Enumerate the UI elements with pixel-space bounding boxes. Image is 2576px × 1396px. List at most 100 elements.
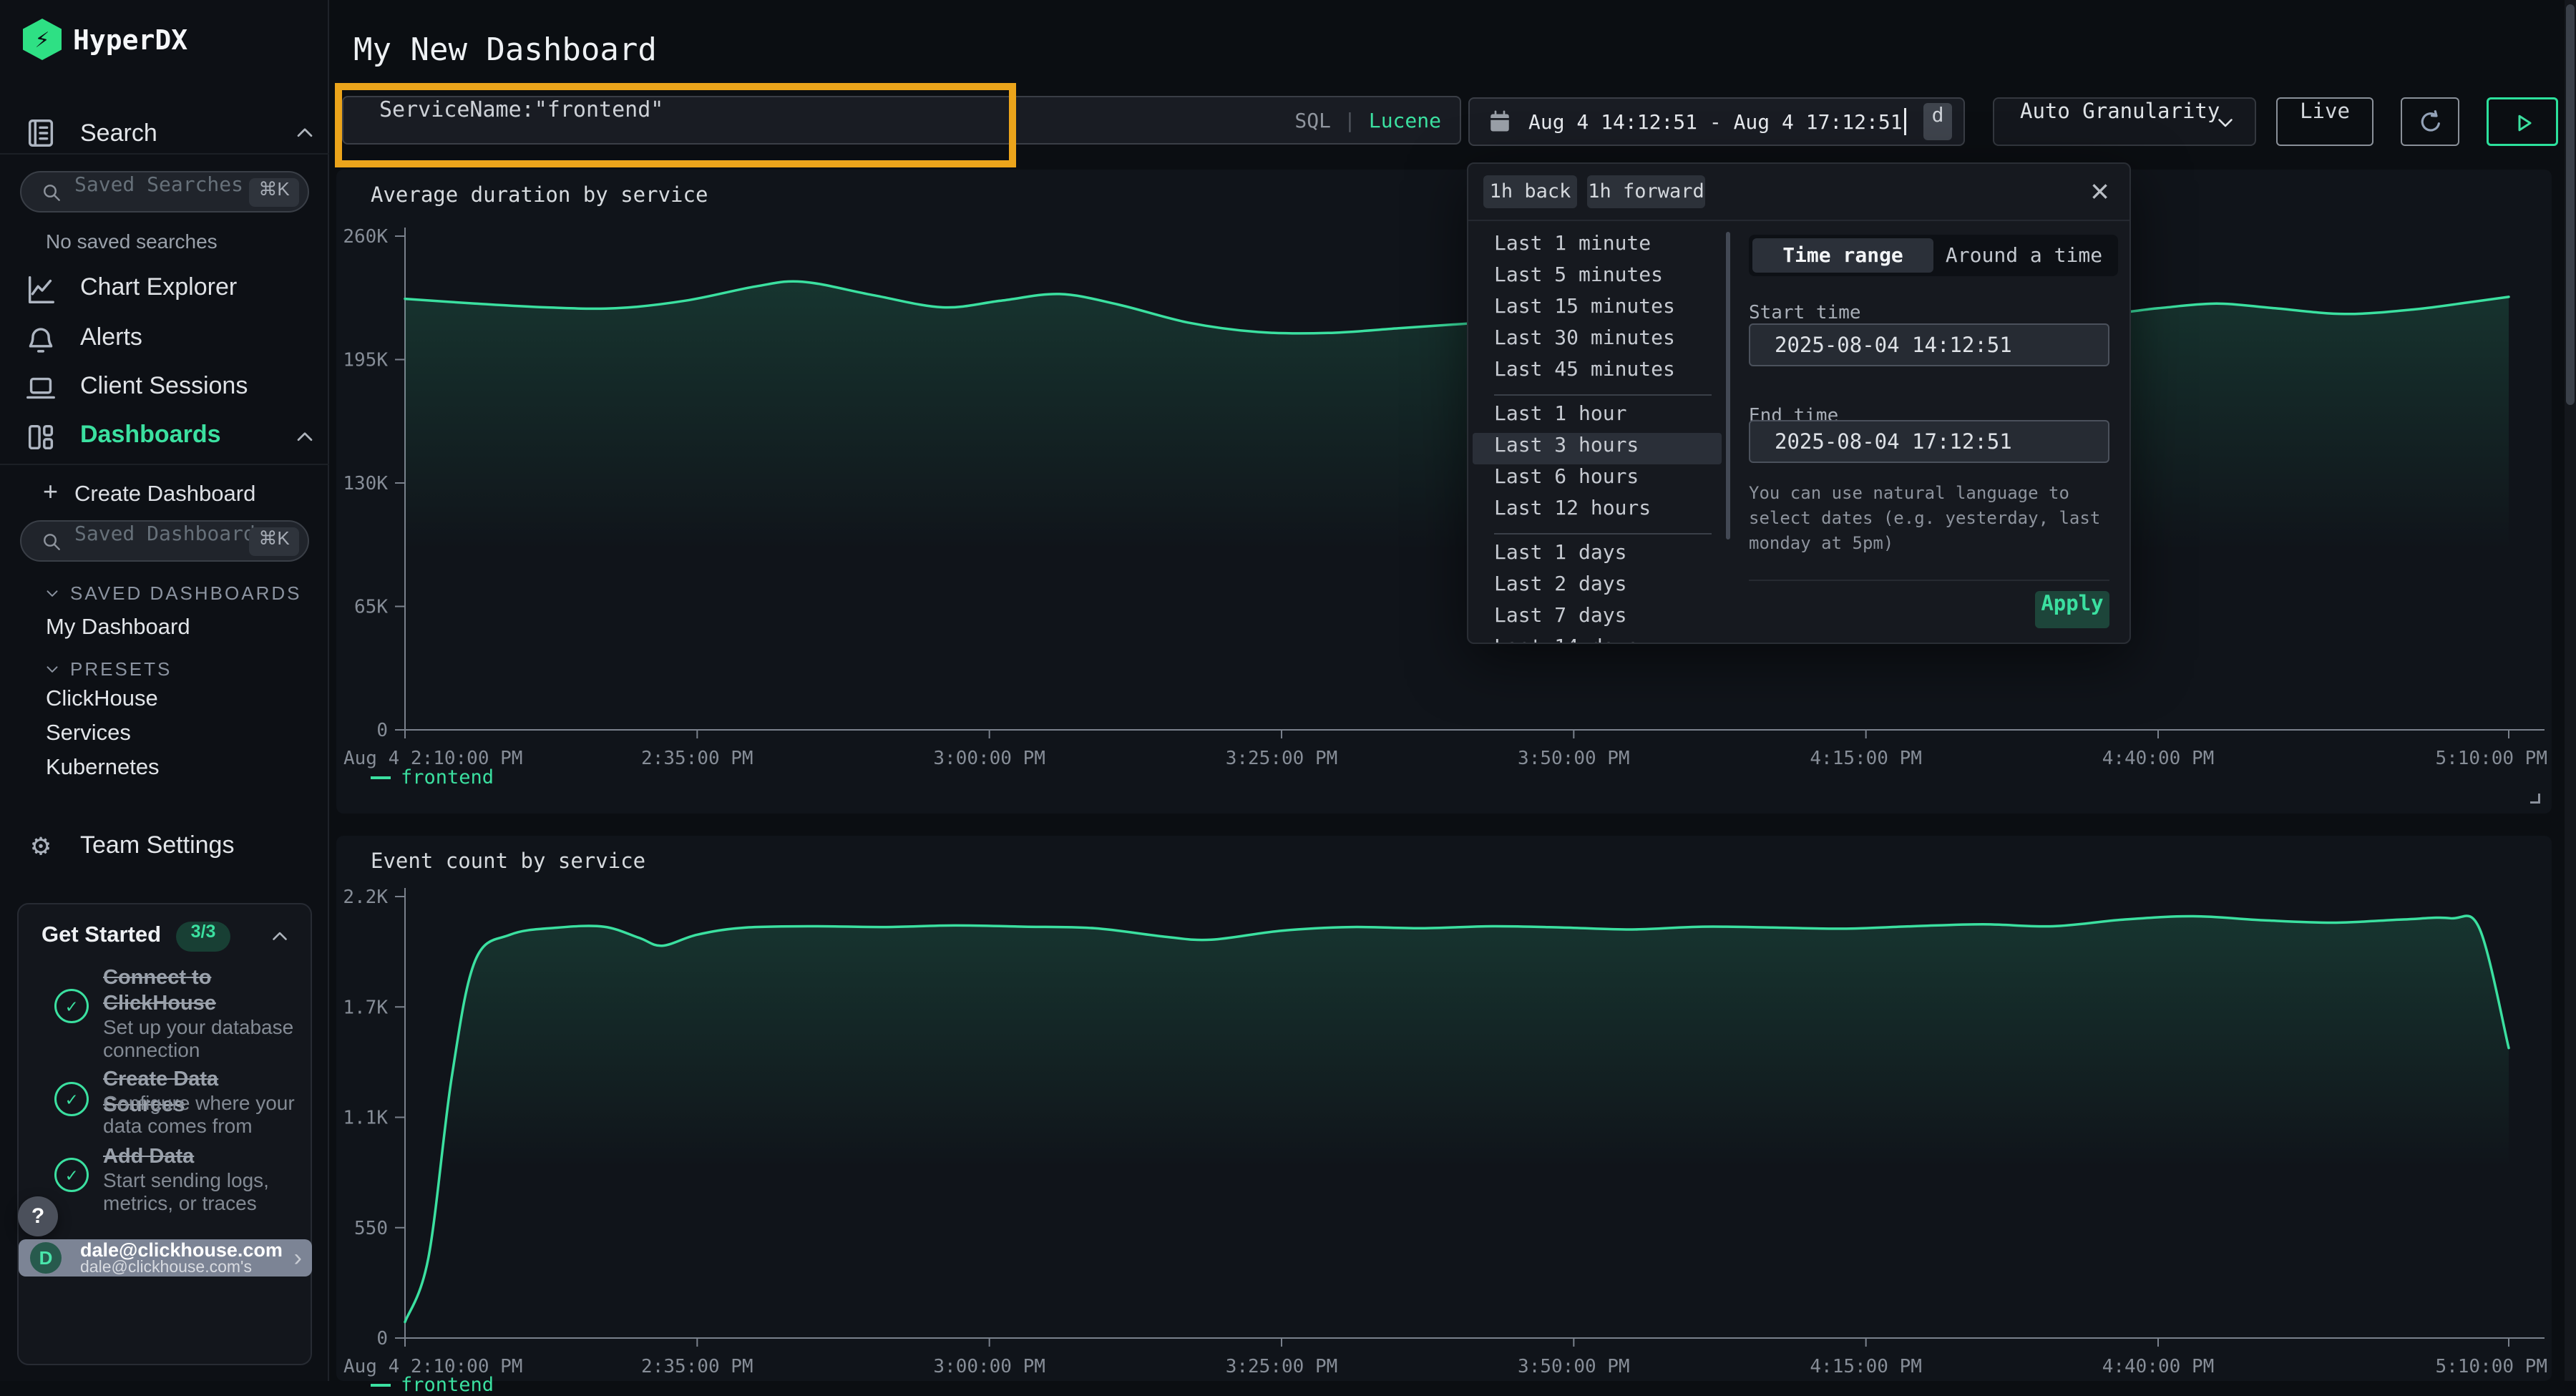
get-started-item-title: Add Data (103, 1143, 303, 1169)
legend-label: frontend (401, 766, 494, 789)
query-language-toggle: SQL | Lucene (1294, 97, 1441, 143)
time-range-input[interactable]: Aug 4 14:12:51 - Aug 4 17:12:51 d (1468, 97, 1965, 146)
saved-dashboards-placeholder: Saved Dashboards (74, 522, 268, 545)
check-circle-icon: ✓ (54, 1082, 89, 1116)
start-time-field[interactable]: 2025-08-04 14:12:51 (1749, 323, 2109, 366)
resize-handle[interactable] (2530, 794, 2540, 804)
check-circle-icon: ✓ (54, 989, 89, 1023)
sidebar-collapse-icon[interactable] (285, 27, 318, 57)
tab-around-a-time[interactable]: Around a time (1933, 238, 2114, 273)
live-button[interactable]: Live (2276, 97, 2373, 146)
time-preset-item[interactable]: Last 15 minutes (1468, 294, 1726, 326)
run-query-button[interactable] (2487, 97, 2558, 146)
duration-chart-panel: Average duration by service frontend (336, 170, 2552, 814)
lucene-mode-button[interactable]: Lucene (1369, 109, 1441, 132)
chart-title: Average duration by service (371, 182, 708, 207)
sidebar-item-client-sessions[interactable]: Client Sessions (0, 372, 329, 405)
time-preset-item[interactable]: Last 1 minute (1468, 231, 1726, 263)
time-preset-item[interactable]: Last 12 hours (1468, 496, 1726, 527)
time-preset-item[interactable]: Last 30 minutes (1468, 326, 1726, 357)
granularity-select[interactable]: Auto Granularity (1993, 97, 2256, 146)
preset-dashboard-item[interactable]: Kubernetes (46, 754, 160, 780)
page-title: My New Dashboard (353, 31, 657, 68)
dashboards-grid-icon (24, 421, 57, 454)
sidebar-item-chart-explorer[interactable]: Chart Explorer (0, 273, 329, 306)
brand-name: HyperDX (73, 24, 187, 56)
divider (1494, 394, 1712, 396)
saved-dashboard-item[interactable]: My Dashboard (46, 614, 190, 640)
get-started-title: Get Started (42, 922, 161, 947)
chart-legend[interactable]: frontend (371, 1374, 494, 1396)
sidebar-item-label: Alerts (80, 323, 142, 351)
saved-searches-placeholder: Saved Searches (74, 172, 243, 196)
chart-legend[interactable]: frontend (371, 766, 494, 789)
chevron-up-icon[interactable] (268, 924, 292, 949)
chevron-up-icon[interactable] (292, 120, 318, 146)
shift-back-button[interactable]: 1h back (1483, 175, 1577, 208)
presets-header[interactable]: PRESETS (43, 658, 172, 680)
natural-language-hint: You can use natural language to select d… (1749, 481, 2118, 556)
start-time-label: Start time (1749, 302, 1861, 323)
help-button[interactable]: ? (18, 1196, 58, 1236)
get-started-item-desc: Set up your database connection (103, 1016, 307, 1062)
preset-dashboard-item[interactable]: Services (46, 720, 131, 746)
time-preset-item[interactable]: Last 1 hour (1468, 401, 1726, 433)
sidebar-item-search[interactable]: Search (80, 117, 157, 150)
time-preset-item[interactable]: Last 45 minutes (1468, 357, 1726, 389)
end-time-field[interactable]: 2025-08-04 17:12:51 (1749, 420, 2109, 463)
get-started-item-desc: Start sending logs, metrics, or traces (103, 1169, 307, 1215)
calendar-icon (1487, 109, 1513, 135)
saved-dashboards-header[interactable]: SAVED DASHBOARDS (43, 582, 301, 605)
preset-dashboard-item[interactable]: ClickHouse (46, 685, 158, 711)
time-preset-item[interactable]: Last 2 days (1468, 572, 1726, 603)
refresh-button[interactable] (2401, 97, 2459, 146)
duration-shortcut-badge: d (1923, 103, 1952, 140)
saved-dashboards-input[interactable]: Saved Dashboards ⌘K (20, 520, 309, 562)
sql-mode-button[interactable]: SQL (1294, 109, 1331, 132)
saved-searches-input[interactable]: Saved Searches ⌘K (20, 171, 309, 213)
shift-forward-button[interactable]: 1h forward (1587, 175, 1705, 208)
chevron-up-icon[interactable] (292, 424, 318, 450)
plus-icon: + (43, 477, 58, 507)
chevron-down-icon (43, 584, 62, 602)
laptop-icon (24, 372, 57, 405)
legend-line-icon (371, 1384, 391, 1387)
sidebar-item-alerts[interactable]: Alerts (0, 323, 329, 356)
check-circle-icon: ✓ (54, 1158, 89, 1192)
close-icon[interactable]: × (2090, 168, 2109, 214)
mode-divider: | (1344, 109, 1356, 132)
create-dashboard-button[interactable]: Create Dashboard (74, 481, 255, 507)
time-preset-item[interactable]: Last 1 days (1468, 540, 1726, 572)
time-preset-item[interactable]: Last 7 days (1468, 603, 1726, 635)
sidebar-item-label: Dashboards (80, 421, 221, 449)
time-preset-item[interactable]: Last 5 minutes (1468, 263, 1726, 294)
time-preset-item[interactable]: Last 14 days (1468, 635, 1726, 644)
search-icon (40, 181, 63, 204)
journal-icon (24, 117, 57, 150)
time-preset-item[interactable]: Last 3 hours (1473, 433, 1722, 464)
scrollbar-thumb[interactable] (2566, 4, 2575, 405)
apply-button[interactable]: Apply (2035, 591, 2109, 628)
sidebar-item-team-settings[interactable]: Team Settings (80, 829, 234, 861)
get-started-item-desc: Configure where your data comes from (103, 1092, 307, 1138)
event-count-chart-panel: Event count by service frontend (336, 836, 2552, 1381)
list-scrollbar[interactable] (1726, 232, 1730, 540)
time-picker-popup: 1h back 1h forward × Last 1 minuteLast 5… (1467, 162, 2131, 644)
user-subtitle: dale@clickhouse.com's (80, 1259, 252, 1275)
sidebar-item-label: Chart Explorer (80, 273, 237, 301)
shortcut-badge: ⌘K (249, 527, 299, 556)
tab-time-range[interactable]: Time range (1752, 238, 1933, 273)
chevron-down-icon (2213, 110, 2238, 135)
progress-badge: 3/3 (176, 922, 230, 952)
divider (0, 153, 329, 155)
hyperdx-logo-icon: ⚡ (23, 19, 62, 60)
no-saved-searches-text: No saved searches (46, 230, 218, 253)
time-preset-item[interactable]: Last 6 hours (1468, 464, 1726, 496)
page-scrollbar[interactable] (2565, 0, 2576, 1381)
text-caret (1904, 108, 1906, 135)
sidebar-item-dashboards[interactable]: Dashboards (0, 421, 329, 454)
picker-tabs: Time range Around a time (1749, 235, 2118, 276)
user-menu[interactable]: D dale@clickhouse.com dale@clickhouse.co… (19, 1239, 312, 1277)
chevron-down-icon (43, 660, 62, 678)
divider (1494, 533, 1712, 535)
